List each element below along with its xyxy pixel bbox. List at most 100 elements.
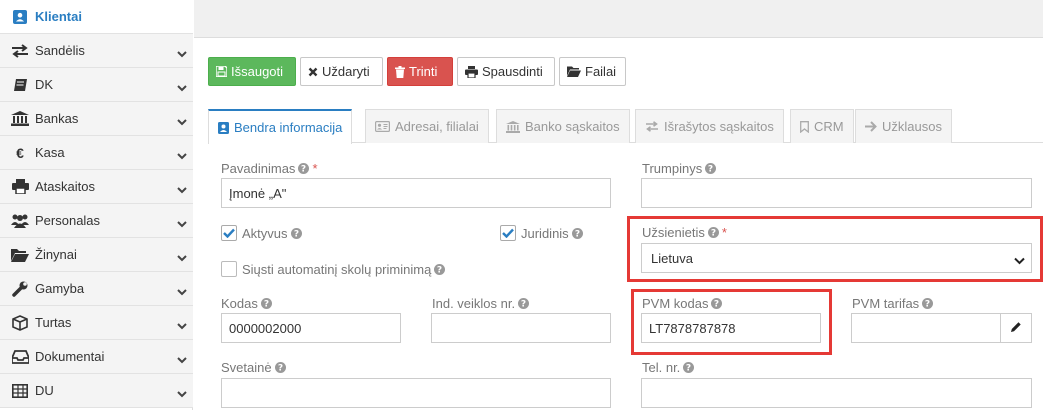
name-label-row: Pavadinimas ? * xyxy=(221,161,318,176)
sidebar-item-label: Turtas xyxy=(35,315,72,330)
code-input[interactable]: 0000002000 xyxy=(221,313,401,343)
chevron-down-icon xyxy=(177,386,187,401)
juridical-checkbox[interactable] xyxy=(500,225,516,241)
trash-icon xyxy=(395,65,405,78)
tab-crm[interactable]: CRM xyxy=(790,109,854,143)
tab-uzklausos[interactable]: Užklausos xyxy=(855,109,952,143)
sidebar-item-klientai[interactable]: Klientai xyxy=(0,0,193,34)
chevron-down-icon xyxy=(177,148,187,163)
sidebar-item-gamyba[interactable]: Gamyba xyxy=(0,272,193,306)
bank-icon xyxy=(506,120,520,133)
foreign-country-select[interactable]: Lietuva xyxy=(641,243,1032,273)
sidebar-item-dk[interactable]: DK xyxy=(0,68,193,102)
svg-text:?: ? xyxy=(708,165,713,174)
help-icon[interactable]: ? xyxy=(683,362,695,373)
short-label: Trumpinys xyxy=(642,161,703,176)
sidebar-item-zinynai[interactable]: Žinynai xyxy=(0,238,193,272)
vat-code-label-row: PVM kodas ? xyxy=(642,296,723,311)
sidebar-item-label: Ataskaitos xyxy=(35,179,95,194)
code-label: Kodas xyxy=(221,296,258,311)
client-icon xyxy=(10,9,30,25)
name-input[interactable]: Įmonė „A" xyxy=(221,178,611,208)
active-label: Aktyvus xyxy=(242,225,288,241)
sidebar-item-ataskaitos[interactable]: Ataskaitos xyxy=(0,170,193,204)
help-icon[interactable]: ? xyxy=(290,227,302,239)
active-checkbox[interactable] xyxy=(221,225,237,241)
activity-number-input[interactable] xyxy=(431,313,611,343)
phone-input[interactable] xyxy=(641,378,1032,408)
help-icon[interactable]: ? xyxy=(298,163,310,174)
save-button[interactable]: Išsaugoti xyxy=(208,57,296,86)
arrow-right-icon xyxy=(865,121,877,132)
help-icon[interactable]: ? xyxy=(705,163,717,174)
sidebar-item-label: Personalas xyxy=(35,213,101,228)
chevron-down-icon xyxy=(177,352,187,367)
website-input[interactable] xyxy=(221,378,611,408)
cube-icon xyxy=(10,314,30,331)
svg-text:?: ? xyxy=(714,300,719,309)
folder-open-icon xyxy=(567,66,581,77)
foreign-label-row: Užsienietis ? * xyxy=(642,225,727,240)
vat-rate-edit-button[interactable] xyxy=(1000,313,1032,343)
delete-button[interactable]: Trinti xyxy=(387,57,453,86)
active-checkbox-row[interactable]: Aktyvus ? xyxy=(221,225,302,241)
exchange-icon xyxy=(645,121,659,132)
activity-label: Ind. veiklos nr. xyxy=(432,296,516,311)
svg-text:?: ? xyxy=(711,229,716,238)
table-icon xyxy=(10,383,30,399)
help-icon[interactable]: ? xyxy=(707,227,719,238)
svg-text:?: ? xyxy=(521,300,526,309)
chevron-down-icon xyxy=(177,284,187,299)
tab-label: Išrašytos sąskaitos xyxy=(664,119,774,134)
bank-icon xyxy=(10,111,30,127)
book-icon xyxy=(10,77,30,93)
tab-bendra-informacija[interactable]: Bendra informacija xyxy=(208,109,353,144)
files-button[interactable]: Failai xyxy=(559,57,626,86)
help-icon[interactable]: ? xyxy=(518,298,530,309)
help-icon[interactable]: ? xyxy=(922,298,934,309)
juridical-label: Juridinis xyxy=(521,225,569,241)
close-icon xyxy=(308,67,318,77)
foreign-select-value: Lietuva xyxy=(651,250,693,266)
juridical-checkbox-row[interactable]: Juridinis ? xyxy=(500,225,583,241)
tab-label: Bendra informacija xyxy=(234,120,343,135)
sidebar-item-turtas[interactable]: Turtas xyxy=(0,306,193,340)
save-icon xyxy=(216,66,227,77)
wrench-icon xyxy=(10,281,30,297)
sidebar-item-sandelis[interactable]: Sandėlis xyxy=(0,34,193,68)
vat-code-input[interactable]: LT7878787878 xyxy=(641,313,821,343)
sidebar-item-bankas[interactable]: Bankas xyxy=(0,102,193,136)
sidebar-item-dokumentai[interactable]: Dokumentai xyxy=(0,340,193,374)
sidebar-item-kasa[interactable]: € Kasa xyxy=(0,136,193,170)
reminder-checkbox-row[interactable]: Siųsti automatinį skolų priminimą ? xyxy=(221,261,446,277)
help-icon[interactable]: ? xyxy=(711,298,723,309)
short-name-input[interactable] xyxy=(641,178,1032,208)
tab-banko-saskaitos[interactable]: Banko sąskaitos xyxy=(496,109,630,143)
code-label-row: Kodas ? xyxy=(221,296,272,311)
save-label: Išsaugoti xyxy=(231,64,284,79)
tab-label: Užklausos xyxy=(882,119,942,134)
tab-label: Banko sąskaitos xyxy=(525,119,620,134)
inbox-icon xyxy=(10,349,30,365)
chevron-down-icon xyxy=(177,80,187,95)
vat-rate-input[interactable] xyxy=(851,313,1001,343)
tab-israsytos-saskaitos[interactable]: Išrašytos sąskaitos xyxy=(635,109,784,143)
vat-code-label: PVM kodas xyxy=(642,296,709,311)
bookmark-icon xyxy=(800,120,809,133)
reminder-checkbox[interactable] xyxy=(221,261,237,277)
sidebar-item-personalas[interactable]: Personalas xyxy=(0,204,193,238)
sidebar-item-label: Žinynai xyxy=(35,247,77,262)
help-icon[interactable]: ? xyxy=(571,227,583,239)
help-icon[interactable]: ? xyxy=(434,263,446,275)
tab-adresai-filialai[interactable]: Adresai, filialai xyxy=(365,109,489,143)
required-marker: * xyxy=(721,225,727,240)
svg-text:?: ? xyxy=(437,265,442,274)
help-icon[interactable]: ? xyxy=(274,362,286,373)
tab-label: CRM xyxy=(814,119,844,134)
folder-open-icon xyxy=(10,247,30,263)
help-icon[interactable]: ? xyxy=(260,298,272,309)
print-button[interactable]: Spausdinti xyxy=(457,57,555,86)
delete-label: Trinti xyxy=(409,64,438,79)
close-button[interactable]: Uždaryti xyxy=(300,57,383,86)
sidebar-item-du[interactable]: DU xyxy=(0,374,193,408)
